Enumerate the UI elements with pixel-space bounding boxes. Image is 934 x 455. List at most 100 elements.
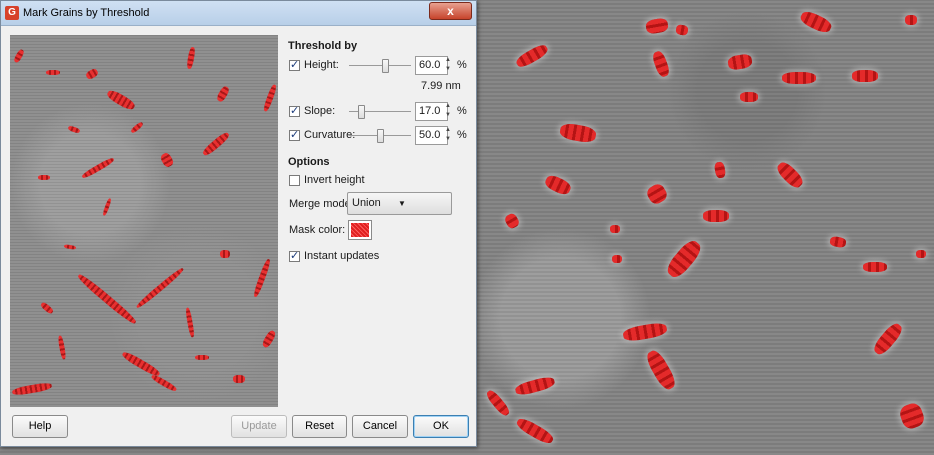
- update-button[interactable]: Update: [231, 415, 287, 438]
- grain-mark: [675, 24, 689, 36]
- grain-mark: [76, 272, 138, 326]
- close-icon: x: [447, 4, 454, 18]
- grain-mark: [201, 130, 231, 158]
- instant-updates-row[interactable]: Instant updates: [289, 249, 380, 262]
- height-checkbox[interactable]: [289, 58, 300, 71]
- reset-button[interactable]: Reset: [292, 415, 347, 438]
- instant-updates-label: Instant updates: [304, 250, 380, 262]
- slope-checkbox-row[interactable]: Slope:: [289, 104, 336, 117]
- grain-mark: [12, 48, 26, 64]
- window-title: Mark Grains by Threshold: [23, 7, 150, 19]
- threshold-section-title: Threshold by: [288, 40, 358, 52]
- close-button[interactable]: x: [429, 2, 472, 20]
- grain-mark: [38, 175, 50, 180]
- grain-mark: [612, 255, 622, 263]
- grain-mark: [650, 49, 672, 79]
- grain-mark: [514, 415, 556, 447]
- slope-unit: %: [457, 105, 467, 117]
- ok-button[interactable]: OK: [413, 415, 469, 438]
- grain-mark: [829, 235, 847, 249]
- height-spinbox[interactable]: 60.0: [415, 56, 448, 75]
- app-icon: G: [5, 6, 19, 20]
- grain-mark: [105, 88, 137, 112]
- grain-mark: [610, 225, 620, 233]
- invert-height-checkbox[interactable]: [289, 174, 300, 186]
- curvature-checkbox-row[interactable]: Curvature:: [289, 128, 356, 141]
- grain-mark: [186, 46, 196, 70]
- mask-color-button[interactable]: [348, 220, 372, 240]
- grain-mark: [713, 161, 727, 179]
- slope-checkbox[interactable]: [289, 104, 300, 117]
- title-bar[interactable]: G Mark Grains by Threshold x: [1, 1, 476, 26]
- slope-slider-thumb[interactable]: [358, 105, 365, 119]
- preview-image[interactable]: [10, 35, 278, 407]
- help-button[interactable]: Help: [12, 415, 68, 438]
- curvature-spinbox[interactable]: 50.0: [415, 126, 448, 145]
- height-slider[interactable]: [349, 59, 411, 73]
- height-checkbox-row[interactable]: Height:: [289, 58, 339, 71]
- mask-color-label: Mask color:: [289, 224, 346, 236]
- grain-mark: [63, 243, 77, 251]
- grain-mark: [195, 355, 209, 360]
- grain-mark: [514, 42, 550, 70]
- height-label: Height:: [304, 59, 339, 71]
- grain-mark: [897, 400, 927, 432]
- invert-height-label: Invert height: [304, 174, 365, 186]
- grain-mark: [782, 72, 816, 84]
- grain-mark: [798, 8, 834, 36]
- slope-slider[interactable]: [349, 105, 411, 119]
- curvature-slider[interactable]: [349, 129, 411, 143]
- grain-mark: [703, 210, 729, 222]
- grain-mark: [252, 258, 272, 298]
- grain-mark: [233, 375, 245, 383]
- chevron-down-icon: ▼: [398, 199, 406, 208]
- spin-arrows-icon[interactable]: ▲ ▼: [445, 126, 452, 145]
- spin-arrows-icon[interactable]: ▲ ▼: [445, 56, 452, 75]
- slope-spinbox[interactable]: 17.0: [415, 102, 448, 121]
- mark-grains-dialog: G Mark Grains by Threshold x Threshold b…: [0, 0, 477, 447]
- curvature-slider-thumb[interactable]: [377, 129, 384, 143]
- grain-mark: [663, 237, 705, 281]
- grain-mark: [262, 83, 278, 113]
- grain-mark: [184, 307, 196, 338]
- grain-mark: [916, 250, 926, 258]
- grain-mark: [622, 321, 668, 343]
- grain-mark: [102, 197, 112, 217]
- height-absolute-value: 7.99 nm: [421, 80, 461, 92]
- grain-mark: [543, 173, 573, 197]
- grain-mark: [11, 381, 53, 397]
- invert-height-row[interactable]: Invert height: [289, 174, 365, 186]
- grain-mark: [220, 250, 230, 258]
- spin-arrows-icon[interactable]: ▲ ▼: [445, 102, 452, 121]
- instant-updates-checkbox[interactable]: [289, 249, 300, 262]
- grain-mark: [80, 156, 116, 180]
- grain-mark: [130, 121, 144, 134]
- cancel-button[interactable]: Cancel: [352, 415, 408, 438]
- grain-mark: [643, 347, 679, 393]
- grain-mark: [774, 159, 806, 191]
- curvature-label: Curvature:: [304, 129, 356, 141]
- merge-mode-dropdown[interactable]: Union ▼: [347, 192, 452, 215]
- curvature-unit: %: [457, 129, 467, 141]
- grain-mark: [644, 181, 670, 207]
- merge-mode-label: Merge mode:: [289, 198, 354, 210]
- grain-mark: [57, 335, 67, 360]
- grain-mark: [503, 211, 521, 231]
- grain-mark: [215, 85, 231, 103]
- slope-label: Slope:: [304, 105, 336, 117]
- grain-mark: [159, 151, 175, 169]
- grain-mark: [150, 373, 178, 393]
- grain-mark: [558, 121, 598, 145]
- grain-mark: [261, 329, 277, 349]
- grain-mark: [852, 70, 878, 82]
- grain-mark: [484, 388, 512, 418]
- grain-mark: [905, 15, 917, 25]
- mask-color-swatch: [351, 223, 369, 237]
- grain-mark: [863, 262, 887, 272]
- height-slider-thumb[interactable]: [382, 59, 389, 73]
- grain-mark: [871, 320, 905, 358]
- grain-mark: [46, 70, 60, 75]
- options-section-title: Options: [288, 156, 330, 168]
- grain-mark: [135, 266, 185, 310]
- curvature-checkbox[interactable]: [289, 128, 300, 141]
